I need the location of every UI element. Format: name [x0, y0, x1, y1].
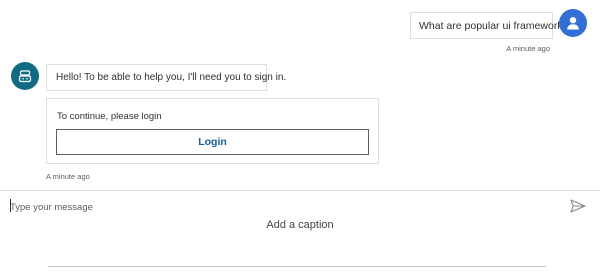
user-message-bubble: What are popular ui frameworks [410, 12, 568, 39]
send-button[interactable] [568, 197, 588, 215]
signin-prompt: To continue, please login [57, 111, 162, 122]
bot-message-timestamp: A minute ago [46, 172, 90, 181]
user-avatar [559, 9, 587, 37]
message-composer [0, 190, 600, 220]
send-icon [570, 199, 586, 213]
chat-transcript: What are popular ui frameworks A minute … [0, 0, 600, 190]
signin-card: To continue, please login Login [46, 98, 379, 164]
user-message-timestamp: A minute ago [506, 44, 550, 53]
person-icon [567, 17, 579, 30]
login-button[interactable]: Login [56, 129, 369, 155]
bot-message-bubble: Hello! To be able to help you, I'll need… [46, 64, 286, 91]
image-caption[interactable]: Add a caption [0, 219, 600, 231]
caption-divider [48, 266, 546, 267]
text-cursor [10, 199, 11, 212]
bot-avatar [11, 62, 39, 90]
user-message-text: What are popular ui frameworks [419, 19, 568, 32]
bot-message-text: Hello! To be able to help you, I'll need… [56, 72, 287, 83]
bot-icon [18, 70, 32, 83]
message-input[interactable] [10, 199, 550, 215]
